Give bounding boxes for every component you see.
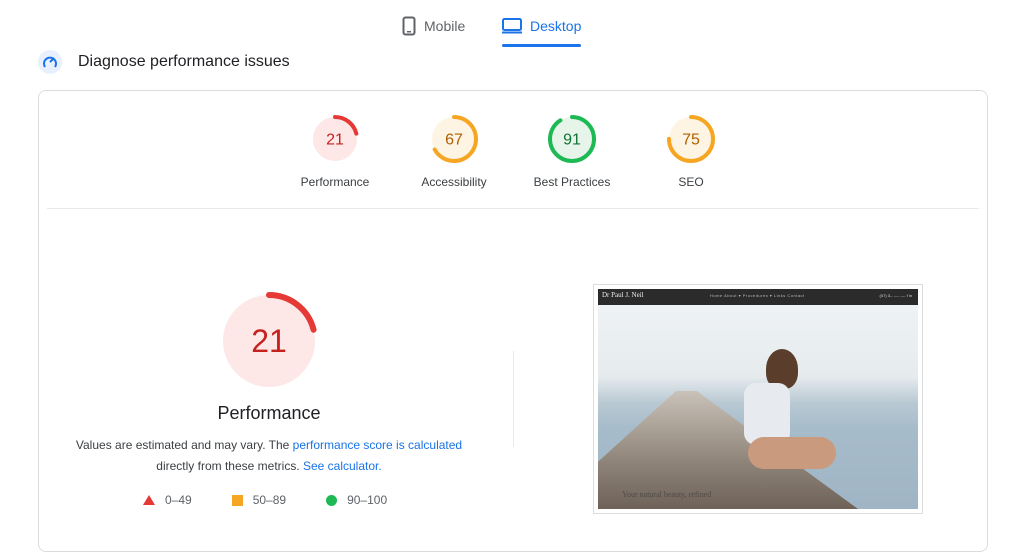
tab-mobile-label: Mobile — [424, 18, 466, 34]
performance-description: Values are estimated and may vary. The p… — [59, 435, 479, 477]
active-tab-indicator — [502, 44, 582, 47]
report-card: 21 Performance 67 Accessibility 91 Best … — [38, 90, 988, 552]
square-icon — [231, 494, 243, 506]
tab-desktop[interactable]: Desktop — [502, 8, 582, 47]
legend-item-fail: 0–49 — [143, 493, 192, 507]
gauge-accessibility[interactable]: 67 Accessibility — [394, 113, 514, 189]
gauge-label: SEO — [678, 175, 704, 189]
site-menu: Home About ▾ Procedures ▾ Links Contact — [710, 293, 805, 298]
site-navbar: Dr Paul J. Neil Home About ▾ Procedures … — [598, 289, 918, 305]
gauge-label: Accessibility — [421, 175, 487, 189]
score-legend: 0–49 50–89 90–100 — [143, 493, 427, 507]
performance-score-link[interactable]: performance score is calculated — [293, 438, 462, 452]
performance-title: Performance — [217, 403, 321, 423]
site-preview: Your natural beauty, refined Dr Paul J. … — [598, 289, 918, 509]
person-body — [744, 383, 790, 445]
see-calculator-link[interactable]: See calculator. — [303, 459, 382, 473]
performance-score: 21 — [251, 323, 287, 359]
gauge-best-practices[interactable]: 91 Best Practices — [512, 113, 632, 189]
vertical-divider — [513, 351, 514, 447]
legend-item-pass: 90–100 — [326, 493, 387, 507]
site-contact: (07) 3-- ---- ---- f in — [879, 293, 912, 298]
gauge-ring: 75 — [667, 115, 715, 163]
triangle-icon — [143, 495, 155, 505]
mobile-phone-icon — [402, 16, 416, 36]
gauge-score: 67 — [445, 132, 463, 149]
divider — [47, 208, 979, 209]
desktop-monitor-icon — [502, 18, 522, 34]
person-legs — [748, 437, 836, 469]
circle-icon — [326, 494, 338, 506]
tab-desktop-label: Desktop — [530, 18, 582, 34]
legend-range: 0–49 — [165, 493, 192, 507]
gauge-seo[interactable]: 75 SEO — [631, 113, 751, 189]
legend-item-average: 50–89 — [231, 493, 287, 507]
gauge-ring: 67 — [430, 115, 478, 163]
hero-photo: Your natural beauty, refined — [598, 305, 918, 509]
gauge-score: 75 — [682, 132, 700, 149]
tab-mobile[interactable]: Mobile — [402, 8, 465, 44]
desc-text-2: directly from these metrics. — [156, 459, 303, 473]
gauge-score: 21 — [326, 132, 344, 149]
site-logo: Dr Paul J. Neil — [602, 291, 644, 299]
device-tabs: Mobile Desktop — [0, 0, 1024, 48]
legend-range: 90–100 — [347, 493, 388, 507]
gauge-performance[interactable]: 21 Performance — [275, 113, 395, 189]
gauge-score: 91 — [563, 132, 581, 149]
desc-text-1: Values are estimated and may vary. The — [75, 438, 293, 452]
section-title: Diagnose performance issues — [78, 53, 290, 70]
legend-range: 50–89 — [252, 493, 287, 507]
gauge-ring: 91 — [548, 115, 596, 163]
site-caption: Your natural beauty, refined — [622, 490, 712, 499]
category-gauges: 21 Performance 67 Accessibility 91 Best … — [39, 91, 987, 201]
performance-gauge: 21 — [220, 292, 318, 390]
page-screenshot-preview: Your natural beauty, refined Dr Paul J. … — [593, 284, 923, 514]
gauge-ring: 21 — [311, 115, 359, 163]
gauge-label: Best Practices — [533, 175, 611, 189]
gauge-label: Performance — [300, 175, 370, 189]
diagnose-icon — [38, 50, 62, 74]
section-header: Diagnose performance issues — [38, 50, 290, 74]
